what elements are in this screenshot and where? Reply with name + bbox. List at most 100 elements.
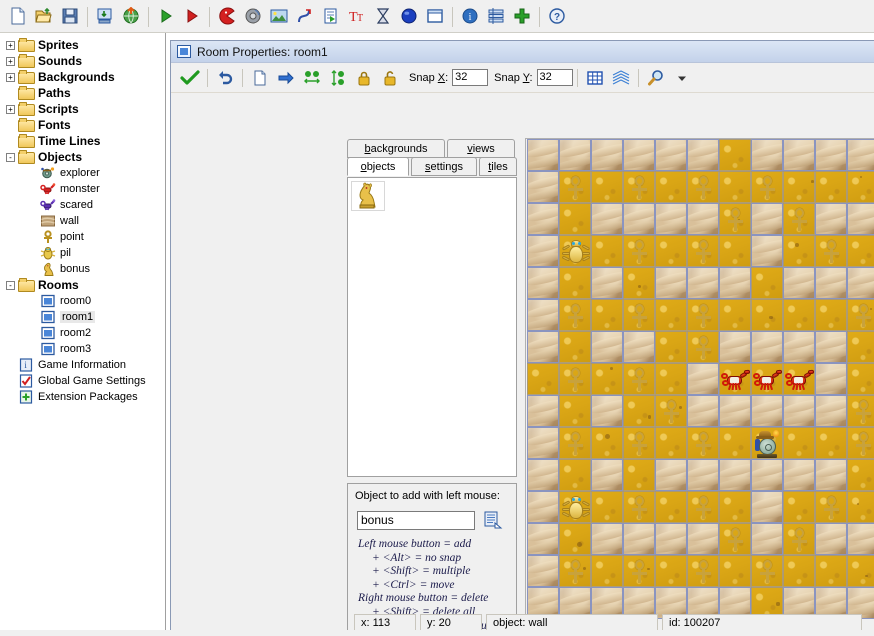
point-sprite[interactable]	[688, 428, 718, 458]
room-cell-floor[interactable]	[847, 427, 874, 459]
tree-item-paths[interactable]: Paths	[0, 85, 165, 101]
object-name-input[interactable]: bonus	[357, 511, 475, 530]
room-cell-wall[interactable]	[815, 395, 847, 427]
room-cell-floor[interactable]	[783, 203, 815, 235]
room-cell-floor[interactable]	[655, 331, 687, 363]
point-sprite[interactable]	[560, 300, 590, 330]
point-sprite[interactable]	[848, 428, 874, 458]
room-cell-floor[interactable]	[847, 299, 874, 331]
point-sprite[interactable]	[624, 556, 654, 586]
tree-item-monster[interactable]: monster	[0, 181, 165, 197]
room-cell-wall[interactable]	[847, 267, 874, 299]
monster-sprite[interactable]	[720, 364, 750, 394]
help-icon[interactable]: ?	[544, 3, 570, 29]
room-cell-wall[interactable]	[655, 267, 687, 299]
run-debug-icon[interactable]	[179, 3, 205, 29]
room-cell-wall[interactable]	[751, 235, 783, 267]
room-cell-floor[interactable]	[783, 427, 815, 459]
center-vertically-button[interactable]	[325, 66, 351, 90]
room-cell-wall[interactable]	[783, 139, 815, 171]
room-cell-floor[interactable]	[623, 299, 655, 331]
add-background-icon[interactable]	[266, 3, 292, 29]
room-cell-wall[interactable]	[623, 203, 655, 235]
room-cell-floor[interactable]	[815, 171, 847, 203]
room-cell-wall[interactable]	[655, 523, 687, 555]
point-sprite[interactable]	[688, 556, 718, 586]
room-cell-floor[interactable]	[847, 459, 874, 491]
object-thumbnail-list[interactable]	[347, 177, 517, 477]
room-cell-floor[interactable]	[847, 555, 874, 587]
point-sprite[interactable]	[624, 364, 654, 394]
room-cell-wall[interactable]	[527, 203, 559, 235]
room-cell-floor[interactable]	[783, 363, 815, 395]
room-cell-floor[interactable]	[783, 235, 815, 267]
room-cell-wall[interactable]	[527, 139, 559, 171]
room-cell-floor[interactable]	[623, 427, 655, 459]
snap-y-input[interactable]: 32	[536, 69, 573, 86]
room-cell-wall[interactable]	[527, 235, 559, 267]
tree-item-extension-packages[interactable]: Extension Packages	[0, 389, 165, 405]
point-sprite[interactable]	[720, 524, 750, 554]
tree-item-global-game-settings[interactable]: Global Game Settings	[0, 373, 165, 389]
room-cell-floor[interactable]	[623, 555, 655, 587]
new-game-icon[interactable]	[5, 3, 31, 29]
room-cell-floor[interactable]	[559, 523, 591, 555]
create-executable-icon[interactable]	[92, 3, 118, 29]
ok-button[interactable]	[177, 66, 203, 90]
room-cell-floor[interactable]	[655, 299, 687, 331]
point-sprite[interactable]	[560, 172, 590, 202]
extension-packages-icon[interactable]	[509, 3, 535, 29]
room-cell-floor[interactable]	[591, 235, 623, 267]
room-cell-floor[interactable]	[655, 427, 687, 459]
show-grid-button[interactable]	[582, 66, 608, 90]
room-cell-wall[interactable]	[687, 267, 719, 299]
room-cell-wall[interactable]	[591, 523, 623, 555]
collapse-icon[interactable]: -	[6, 152, 15, 162]
room-cell-wall[interactable]	[815, 331, 847, 363]
point-sprite[interactable]	[560, 428, 590, 458]
explorer-sprite[interactable]	[752, 428, 782, 458]
tree-item-scared[interactable]: scared	[0, 197, 165, 213]
room-cell-wall[interactable]	[591, 139, 623, 171]
room-cell-wall[interactable]	[687, 523, 719, 555]
room-cell-floor[interactable]	[751, 363, 783, 395]
add-script-icon[interactable]	[318, 3, 344, 29]
room-cell-wall[interactable]	[815, 523, 847, 555]
lock-button[interactable]	[351, 66, 377, 90]
room-cell-floor[interactable]	[719, 555, 751, 587]
room-cell-floor[interactable]	[591, 363, 623, 395]
room-cell-wall[interactable]	[527, 331, 559, 363]
room-cell-floor[interactable]	[591, 491, 623, 523]
add-path-icon[interactable]	[292, 3, 318, 29]
snap-x-input[interactable]: 32	[452, 69, 489, 86]
room-cell-wall[interactable]	[623, 331, 655, 363]
room-cell-wall[interactable]	[815, 267, 847, 299]
room-cell-wall[interactable]	[751, 331, 783, 363]
add-font-icon[interactable]: TT	[344, 3, 370, 29]
room-cell-floor[interactable]	[591, 171, 623, 203]
tab-backgrounds[interactable]: backgrounds	[347, 139, 445, 158]
point-sprite[interactable]	[624, 172, 654, 202]
room-cell-floor[interactable]	[623, 267, 655, 299]
tree-item-room3[interactable]: room3	[0, 341, 165, 357]
point-sprite[interactable]	[688, 492, 718, 522]
room-cell-floor[interactable]	[559, 491, 591, 523]
point-sprite[interactable]	[560, 556, 590, 586]
room-cell-floor[interactable]	[783, 171, 815, 203]
room-cell-wall[interactable]	[847, 203, 874, 235]
room-cell-wall[interactable]	[783, 331, 815, 363]
point-sprite[interactable]	[560, 364, 590, 394]
room-cell-wall[interactable]	[527, 395, 559, 427]
room-cell-floor[interactable]	[687, 427, 719, 459]
room-cell-floor[interactable]	[783, 523, 815, 555]
room-cell-floor[interactable]	[655, 235, 687, 267]
publish-web-icon[interactable]	[118, 3, 144, 29]
tree-item-point[interactable]: point	[0, 229, 165, 245]
room-cell-floor[interactable]	[591, 299, 623, 331]
room-cell-wall[interactable]	[815, 203, 847, 235]
room-cell-floor[interactable]	[559, 363, 591, 395]
room-cell-floor[interactable]	[559, 299, 591, 331]
tree-item-room1[interactable]: room1	[0, 309, 165, 325]
resource-tree[interactable]: + Sprites + Sounds + Backgrounds Paths + Scripts…	[0, 33, 166, 636]
tab-tiles[interactable]: tiles	[479, 157, 517, 176]
